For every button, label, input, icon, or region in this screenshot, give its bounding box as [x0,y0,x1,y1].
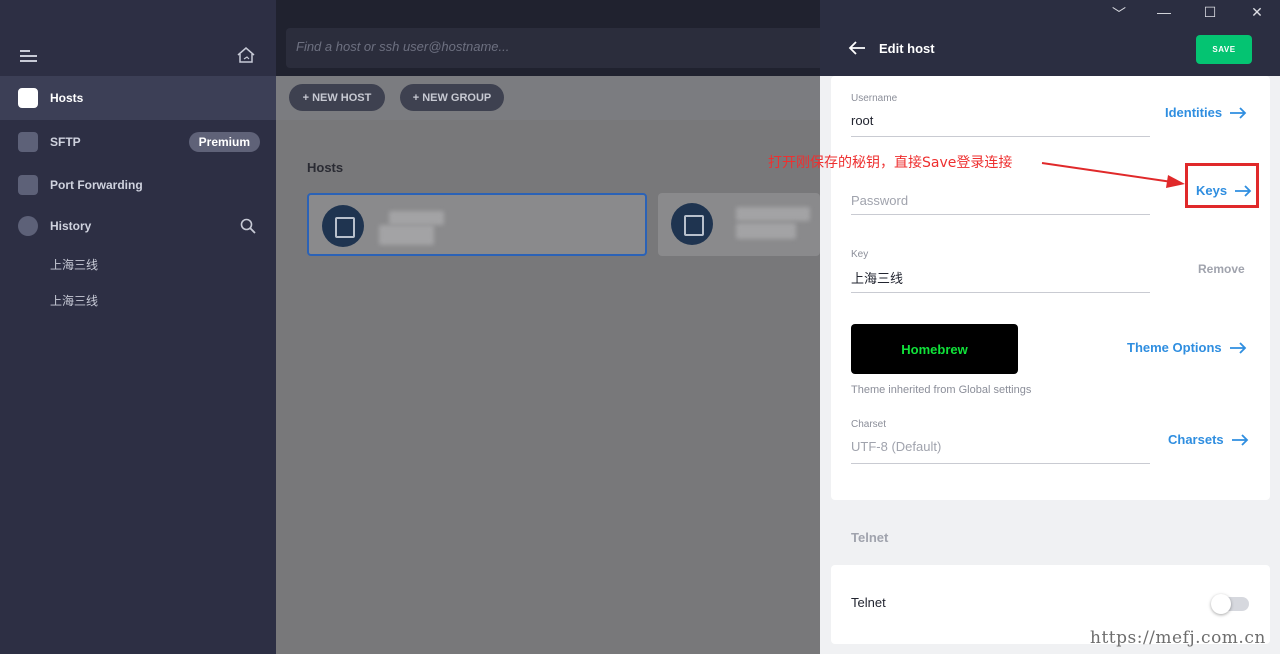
theme-note: Theme inherited from Global settings [851,384,1032,396]
charset-underline [851,463,1150,464]
username-label: Username [851,93,898,104]
redacted-host-detail [379,225,434,245]
server-icon [322,205,364,247]
panel-title: Edit host [879,41,935,56]
window-close-icon[interactable]: ✕ [1247,4,1267,21]
back-arrow-icon[interactable] [848,40,866,56]
sidebar-item-sftp[interactable]: SFTP Premium [0,120,276,164]
theme-options-label: Theme Options [1127,340,1222,355]
charsets-link-label: Charsets [1168,432,1224,447]
sidebar: Hosts SFTP Premium Port Forwarding Histo… [0,0,276,654]
key-value[interactable]: 上海三线 [851,268,903,287]
action-bar: + NEW HOST + NEW GROUP [276,76,820,120]
identities-link[interactable]: Identities [1165,105,1247,120]
sidebar-item-hosts[interactable]: Hosts [0,76,276,120]
hosts-section-title: Hosts [307,160,344,175]
password-field[interactable]: Password [851,193,908,208]
window-minimize-icon[interactable]: — [1154,4,1174,20]
watermark: https://mefj.com.cn [1090,628,1266,648]
username-field[interactable]: root [851,113,873,128]
save-button[interactable]: SAVE [1196,35,1252,64]
remove-key-button[interactable]: Remove [1198,262,1245,276]
folder-icon [18,132,38,152]
panel-header: ﹀ — ☐ ✕ Edit host SAVE [820,0,1280,76]
sidebar-item-port-forwarding[interactable]: Port Forwarding [0,163,276,207]
redacted-host-name [389,211,444,225]
redacted-host-detail [736,223,796,239]
history-entry[interactable]: 上海三线 [50,256,98,273]
clock-icon [18,216,38,236]
theme-preview[interactable]: Homebrew [851,324,1018,374]
ssh-settings-card: Username root Identities Password Keys K… [831,76,1270,500]
redacted-host-name [736,207,810,221]
premium-badge: Premium [188,132,260,152]
annotation-arrow [1041,162,1185,188]
hosts-icon [18,88,38,108]
arrow-right-icon [1230,106,1247,119]
host-card[interactable] [658,193,820,256]
sidebar-item-history[interactable]: History [0,204,276,248]
sidebar-header [0,0,276,76]
window-collapse-icon[interactable]: ﹀ [1109,4,1129,24]
search-placeholder: Find a host or ssh user@hostname... [296,39,510,54]
hamburger-menu-icon[interactable] [20,50,38,62]
password-underline [851,214,1150,215]
annotation-text: 打开刚保存的秘钥，直接Save登录连接 [768,155,1013,171]
server-icon [671,203,713,245]
hosts-main-area: + NEW HOST + NEW GROUP Hosts [276,76,820,654]
username-underline [851,136,1150,137]
identities-link-label: Identities [1165,105,1223,120]
arrow-right-icon [1229,341,1246,354]
new-group-button[interactable]: + NEW GROUP [400,84,504,111]
sidebar-item-label: SFTP [50,135,81,149]
edit-host-panel: ﹀ — ☐ ✕ Edit host SAVE Username root Ide… [820,0,1280,654]
key-label: Key [851,249,869,260]
charset-field[interactable]: UTF-8 (Default) [851,439,941,454]
key-underline [851,292,1150,293]
charsets-link[interactable]: Charsets [1168,432,1249,447]
annotation-highlight-box [1185,163,1259,208]
theme-options-link[interactable]: Theme Options [1127,340,1247,355]
sidebar-item-label: Hosts [50,91,84,105]
host-card[interactable] [307,193,647,256]
telnet-toggle[interactable] [1211,594,1249,614]
arrow-right-icon [1231,433,1248,446]
sidebar-item-label: History [50,219,92,233]
sidebar-item-label: Port Forwarding [50,178,143,192]
port-forwarding-icon [18,175,38,195]
search-input[interactable]: Find a host or ssh user@hostname... [286,28,826,68]
charset-label: Charset [851,419,887,430]
window-maximize-icon[interactable]: ☐ [1200,4,1220,21]
home-icon[interactable] [236,46,256,64]
telnet-section-title: Telnet [851,530,889,545]
history-entry[interactable]: 上海三线 [50,292,98,309]
new-host-button[interactable]: + NEW HOST [289,84,385,111]
search-icon[interactable] [240,218,256,234]
telnet-label: Telnet [851,595,886,610]
top-bar: Find a host or ssh user@hostname... [276,0,826,76]
